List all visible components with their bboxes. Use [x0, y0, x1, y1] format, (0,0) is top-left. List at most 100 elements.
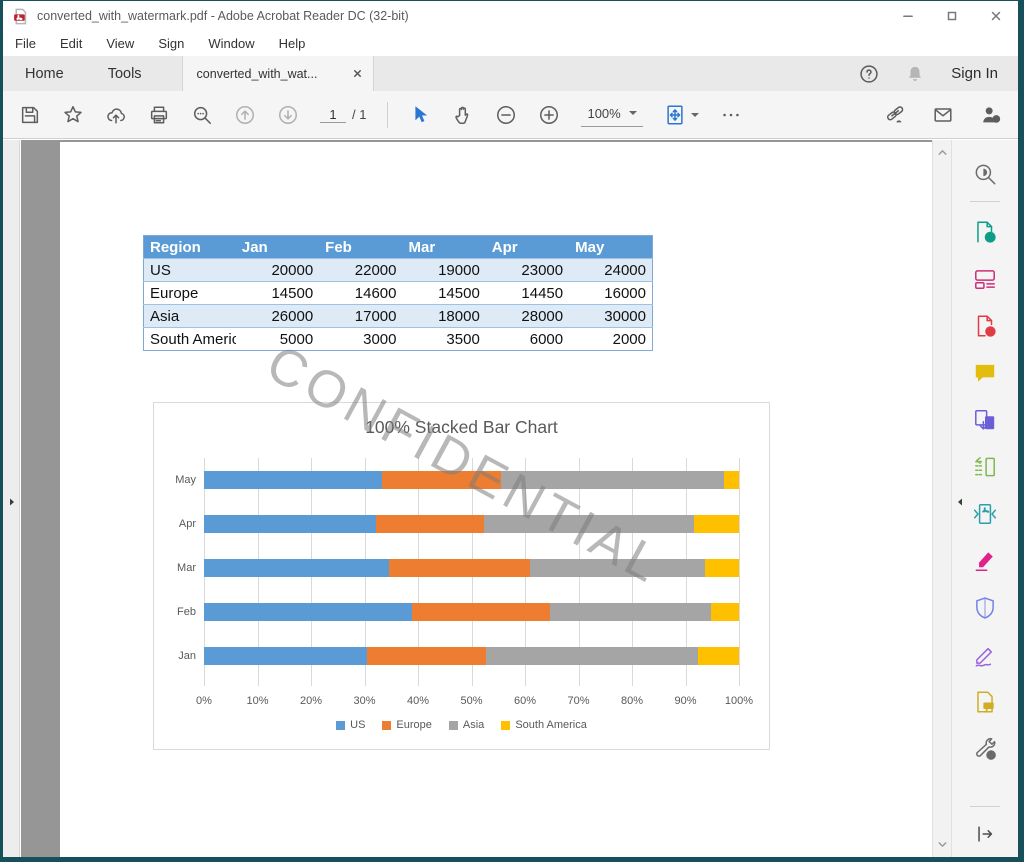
menu-edit[interactable]: Edit: [60, 36, 82, 51]
open-tools-pane-button[interactable]: [974, 823, 996, 845]
share-link-button[interactable]: [884, 104, 906, 126]
tab-document-label: converted_with_wat...: [197, 67, 318, 81]
value-cell: 26000: [236, 305, 319, 328]
tab-tools[interactable]: Tools: [86, 56, 164, 91]
legend-label: Europe: [396, 719, 431, 731]
tools-sidebar: [952, 140, 1018, 857]
bar-segment-europe: [367, 647, 485, 665]
tool-export-pdf[interactable]: [965, 208, 1005, 255]
save-button[interactable]: [19, 104, 41, 126]
tab-document[interactable]: converted_with_wat...: [182, 56, 374, 91]
scroll-down-icon[interactable]: [936, 838, 949, 851]
hand-tool-button[interactable]: [452, 104, 474, 126]
table-header-cell: Region: [144, 236, 236, 259]
bar-segment-asia: [530, 559, 705, 577]
menu-file[interactable]: File: [15, 36, 36, 51]
value-cell: 28000: [486, 305, 569, 328]
previous-page-button[interactable]: [234, 104, 256, 126]
search-button[interactable]: [191, 104, 213, 126]
table-header-cell: May: [569, 236, 652, 259]
tool-compress-pdf[interactable]: [965, 490, 1005, 537]
menu-sign[interactable]: Sign: [158, 36, 184, 51]
x-axis-tick-label: 10%: [233, 695, 283, 707]
star-favorite-button[interactable]: [62, 104, 84, 126]
help-icon[interactable]: [859, 64, 879, 84]
minimize-button[interactable]: [886, 1, 930, 31]
tool-combine-files[interactable]: [965, 396, 1005, 443]
pdf-page: RegionJanFebMarAprMayUS20000220001900023…: [60, 142, 932, 857]
select-tool-button[interactable]: [409, 104, 431, 126]
email-button[interactable]: [932, 104, 954, 126]
zoom-out-button[interactable]: [495, 104, 517, 126]
value-cell: 6000: [486, 328, 569, 351]
value-cell: 3500: [402, 328, 485, 351]
value-cell: 19000: [402, 259, 485, 282]
zoom-level-dropdown[interactable]: 100%: [581, 103, 642, 127]
page-count-label: / 1: [352, 107, 366, 122]
zoom-level-value: 100%: [587, 106, 620, 121]
legend-item: US: [336, 719, 365, 731]
scroll-up-icon[interactable]: [936, 146, 949, 159]
close-icon: [989, 9, 1003, 23]
zoom-in-button[interactable]: [538, 104, 560, 126]
bar-segment-us: [204, 647, 367, 665]
legend-item: Europe: [382, 719, 431, 731]
bar-segment-europe: [376, 515, 484, 533]
x-axis-tick-label: 30%: [340, 695, 390, 707]
value-cell: 17000: [319, 305, 402, 328]
close-button[interactable]: [974, 1, 1018, 31]
maximize-icon: [945, 9, 959, 23]
tool-redact[interactable]: [965, 537, 1005, 584]
region-cell: Europe: [144, 282, 236, 305]
tool-search-tools[interactable]: [965, 150, 1005, 197]
menu-view[interactable]: View: [106, 36, 134, 51]
tool-organize-pages[interactable]: [965, 443, 1005, 490]
bar-segment-europe: [382, 471, 501, 489]
x-axis-tick-label: 50%: [447, 695, 497, 707]
share-cloud-button[interactable]: [105, 104, 127, 126]
window-title: converted_with_watermark.pdf - Adobe Acr…: [37, 9, 409, 23]
tool-more-tools[interactable]: [965, 725, 1005, 772]
print-button[interactable]: [148, 104, 170, 126]
page-fit-dropdown[interactable]: [664, 104, 699, 126]
table-header-row: RegionJanFebMarAprMay: [144, 236, 653, 259]
tool-create-pdf[interactable]: [965, 302, 1005, 349]
document-area: RegionJanFebMarAprMayUS20000220001900023…: [21, 140, 932, 857]
next-page-button[interactable]: [277, 104, 299, 126]
more-options-button[interactable]: [720, 104, 742, 126]
acrobat-pdf-icon: [12, 8, 29, 25]
tool-protect[interactable]: [965, 584, 1005, 631]
edit-pdf-icon: [972, 266, 998, 292]
stacked-bar-apr: [204, 515, 739, 533]
value-cell: 23000: [486, 259, 569, 282]
tool-edit-pdf[interactable]: [965, 255, 1005, 302]
chart-plot-area: [204, 458, 739, 686]
table-row: US2000022000190002300024000: [144, 259, 653, 282]
bar-segment-europe: [389, 559, 530, 577]
more-tools-icon: [972, 736, 998, 762]
vertical-scrollbar[interactable]: [932, 140, 952, 857]
tool-send-comments[interactable]: [965, 678, 1005, 725]
expand-nav-pane-arrow[interactable]: [6, 495, 18, 509]
share-with-others-button[interactable]: [980, 104, 1002, 126]
sidebar-divider: [970, 201, 1000, 202]
tab-close-icon[interactable]: [352, 68, 363, 79]
tool-fill-sign[interactable]: [965, 631, 1005, 678]
menu-help[interactable]: Help: [279, 36, 306, 51]
main-area: RegionJanFebMarAprMayUS20000220001900023…: [3, 140, 1018, 857]
legend-item: Asia: [449, 719, 484, 731]
bar-segment-south-america: [705, 559, 739, 577]
sign-in-button[interactable]: Sign In: [951, 65, 998, 82]
tab-bar-right: Sign In: [859, 56, 1018, 91]
tool-comment[interactable]: [965, 349, 1005, 396]
bar-segment-south-america: [694, 515, 739, 533]
tab-home[interactable]: Home: [3, 56, 86, 91]
collapse-tools-pane-arrow[interactable]: [954, 495, 966, 509]
maximize-button[interactable]: [930, 1, 974, 31]
x-axis-tick-label: 0%: [179, 695, 229, 707]
chart-gridline: [739, 458, 740, 686]
page-number-input[interactable]: [320, 107, 346, 123]
menu-window[interactable]: Window: [208, 36, 254, 51]
menu-bar: File Edit View Sign Window Help: [3, 31, 1018, 56]
notifications-bell-icon[interactable]: [905, 64, 925, 84]
